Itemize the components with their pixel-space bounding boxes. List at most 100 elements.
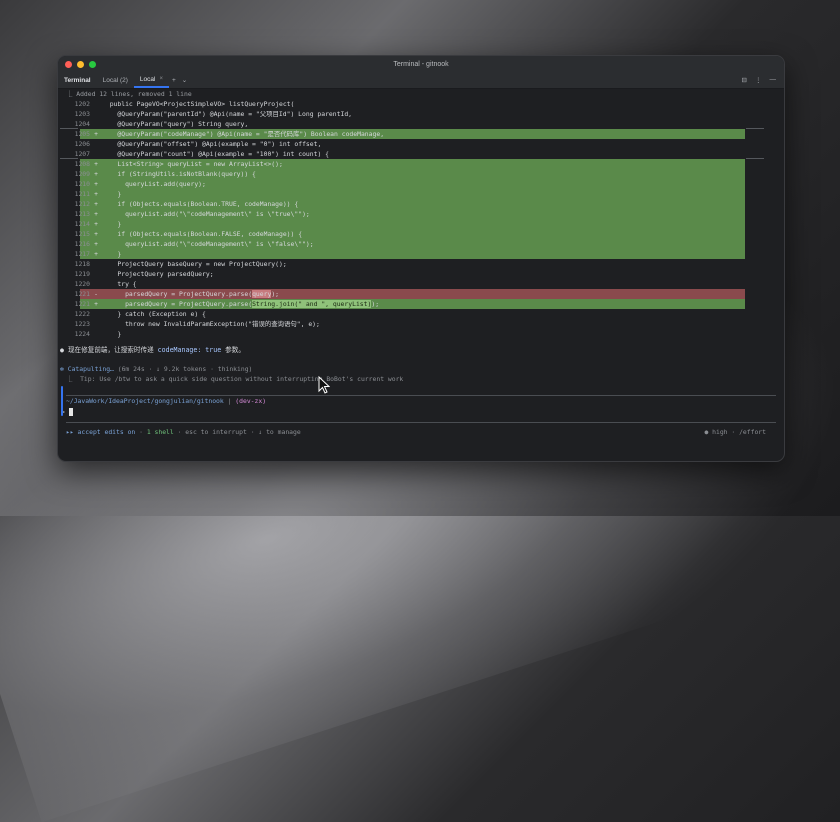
tab-label: Local [139,75,156,83]
diff-line: 1208 + List<String> queryList = new Array… [58,159,784,169]
progress-status: ✻ Catapulting… (6m 24s · ↓ 9.2k tokens ·… [58,364,784,374]
diff-marker: + [94,200,98,208]
close-tab-icon[interactable]: × [159,76,163,82]
diff-marker: + [94,240,98,248]
terminal-label: Terminal [64,76,91,84]
spinner-icon: ✻ [60,365,64,373]
hide-panel-icon[interactable]: — [770,76,777,84]
code-text: queryList.add("\"codeManagement\" is \"t… [102,210,310,218]
changed-token: String.join(" and ", queryList) [252,300,372,308]
line-number: 1202 [74,100,90,108]
diff-line: 1219 ProjectQuery parsedQuery; [58,269,784,279]
diff-line: 1222 } catch (Exception e) { [58,309,784,319]
line-number: 1221 [74,290,90,298]
add-tab-icon[interactable]: + [169,77,179,84]
diff-marker: + [94,180,98,188]
inline-code: codeManage: true [157,346,222,354]
tab-label: Local (2) [102,76,128,84]
code-text: try { [102,280,137,288]
line-number: 1223 [74,320,90,328]
diff-marker: + [94,250,98,258]
code-text: public PageVO<ProjectSimpleVO> listQuery… [102,100,295,108]
working-directory: ~/JavaWork/IdeaProject/gongjulian/gitnoo… [66,397,224,405]
terminal-window: Terminal - gitnook Terminal Local (2) Lo… [57,55,785,462]
diff-line: 1223 throw new InvalidParamException("错误… [58,319,784,329]
tab-local-2[interactable]: Local (2) [97,72,134,88]
line-number: 1221 [74,300,90,308]
line-number: 1214 [74,220,90,228]
code-text: @QueryParam("offset") @Api(example = "0"… [102,140,322,148]
line-number: 1210 [74,180,90,188]
code-text: } [102,330,122,338]
code-text: throw new InvalidParamException("错误的查询语句… [102,320,320,328]
line-number: 1213 [74,210,90,218]
line-number: 1203 [74,110,90,118]
text-cursor [68,408,73,416]
layout-icon[interactable]: ⊟ [742,76,747,84]
code-text: ProjectQuery baseQuery = new ProjectQuer… [102,260,287,268]
mouse-pointer-icon [318,376,330,394]
window-title: Terminal - gitnook [393,60,449,68]
code-text: if (Objects.equals(Boolean.TRUE, codeMan… [102,200,299,208]
diff-view: 1202 public PageVO<ProjectSimpleVO> list… [58,99,784,339]
diff-line: 1203 @QueryParam("parentId") @Api(name =… [58,109,784,119]
shell-count[interactable]: 1 shell [147,428,174,436]
diff-marker: + [94,210,98,218]
tab-bar: Terminal Local (2) Local × + ⌄ ⊟ ⋮ — [58,72,784,89]
line-number: 1216 [74,240,90,248]
code-text: @QueryParam("codeManage") @Api(name = "是… [102,130,385,138]
diff-line: 1210 + queryList.add(query); [58,179,784,189]
fast-forward-icon: ▸▸ [66,428,74,436]
chevron-down-icon[interactable]: ⌄ [179,76,190,84]
line-number: 1208 [74,160,90,168]
tab-local[interactable]: Local × [133,72,169,88]
line-number: 1209 [74,170,90,178]
changed-token: query [252,290,272,298]
line-number: 1224 [74,330,90,338]
terminal-output[interactable]: ⎿ Added 12 lines, removed 1 line 1202 pu… [58,89,784,438]
command-input[interactable]: > [58,407,784,418]
code-text: parsedQuery = ProjectQuery.parse(query); [102,290,280,298]
code-text: } [102,250,122,258]
status-detail: (6m 24s · ↓ 9.2k tokens · thinking) [113,365,253,373]
diff-marker: - [94,290,98,298]
diff-line: 1221- parsedQuery = ProjectQuery.parse(q… [58,289,784,299]
line-number: 1211 [74,190,90,198]
diff-line: 1204 @QueryParam("query") String query, [58,119,784,129]
tip-text: ⎿ Tip: Use /btw to ask a quick side ques… [66,375,404,383]
diff-line: 1214 + } [58,219,784,229]
code-text: ProjectQuery parsedQuery; [102,270,214,278]
status-footer: ▸▸ accept edits on · 1 shell · esc to in… [66,427,766,438]
status-label: Catapulting… [67,365,114,373]
title-bar: Terminal - gitnook [58,56,784,72]
line-number: 1218 [74,260,90,268]
diff-line: 1218 ProjectQuery baseQuery = new Projec… [58,259,784,269]
diff-line: 1215 + if (Objects.equals(Boolean.FALSE, … [58,229,784,239]
diff-marker: + [94,160,98,168]
line-number: 1217 [74,250,90,258]
effort-indicator[interactable]: ● high · /effort [704,427,766,438]
code-text: @QueryParam("count") @Api(example = "100… [102,150,330,158]
code-text: if (StringUtils.isNotBlank(query)) { [102,170,256,178]
diff-line: 1212 + if (Objects.equals(Boolean.TRUE, c… [58,199,784,209]
scrollbar[interactable] [61,386,63,416]
code-text: queryList.add(query); [102,180,206,188]
code-text: if (Objects.equals(Boolean.FALSE, codeMa… [102,230,303,238]
diff-marker: + [94,220,98,228]
line-number: 1222 [74,310,90,318]
edit-mode-label[interactable]: accept edits on [74,428,136,436]
line-number: 1205 [74,130,90,138]
code-text: @QueryParam("query") String query, [102,120,249,128]
diff-line: 1206 @QueryParam("offset") @Api(example … [58,139,784,149]
added-line-highlight [80,219,745,229]
added-line-highlight [80,189,745,199]
diff-marker: + [94,190,98,198]
code-text: List<String> queryList = new ArrayList<>… [102,160,283,168]
diff-summary: ⎿ Added 12 lines, removed 1 line [66,90,192,98]
diff-line: 1217 + } [58,249,784,259]
git-branch: (dev-zx) [235,397,267,405]
code-text: } catch (Exception e) { [102,310,206,318]
diff-line: 1211 + } [58,189,784,199]
more-options-icon[interactable]: ⋮ [755,76,762,84]
line-number: 1220 [74,280,90,288]
